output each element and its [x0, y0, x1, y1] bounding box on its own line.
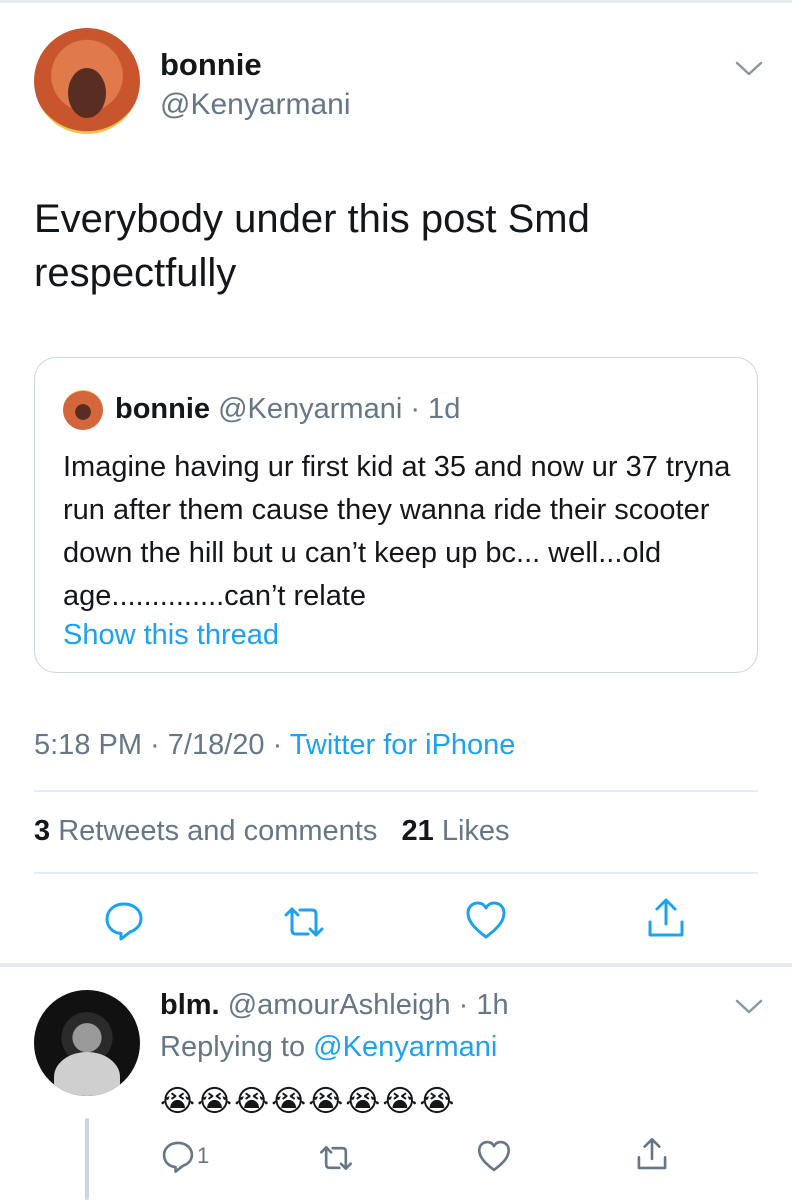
replying-mention-link[interactable]: @Kenyarmani	[313, 1031, 497, 1063]
reply-count: 1	[197, 1143, 210, 1168]
replying-prefix: Replying to	[160, 1031, 314, 1063]
tweet-text: Everybody under this post Smd respectful…	[34, 197, 590, 295]
retweets-count: 3	[34, 815, 51, 847]
quoted-tweet-header: bonnie @Kenyarmani · 1d	[115, 390, 460, 428]
heart-icon[interactable]	[464, 898, 508, 942]
tweet-source-link[interactable]: Twitter for iPhone	[290, 729, 516, 761]
likes-label: Likes	[441, 815, 510, 847]
reply-header: blm. @amourAshleigh · 1h	[160, 986, 509, 1024]
retweets-stat[interactable]: 3 Retweets and comments	[34, 815, 377, 847]
quoted-tweet-text: Imagine having ur first kid at 35 and no…	[63, 451, 731, 612]
section-divider	[0, 963, 792, 967]
heart-icon[interactable]	[476, 1138, 512, 1174]
quoted-author-name: bonnie	[115, 393, 211, 425]
thread-line	[85, 1118, 89, 1200]
likes-stat[interactable]: 21 Likes	[402, 815, 510, 847]
reply-author-name[interactable]: blm.	[160, 989, 220, 1021]
reply-author-meta[interactable]: @amourAshleigh · 1h	[228, 989, 509, 1021]
divider	[34, 872, 758, 874]
comment-icon[interactable]	[102, 898, 146, 942]
reply-text: 😭😭😭😭😭😭😭😭	[160, 1085, 457, 1118]
author-name[interactable]: bonnie	[160, 46, 262, 84]
quoted-author-avatar	[63, 390, 103, 430]
retweet-icon[interactable]	[282, 900, 326, 944]
author-handle[interactable]: @Kenyarmani	[160, 86, 351, 124]
quoted-tweet-card[interactable]: bonnie @Kenyarmani · 1d Imagine having u…	[34, 357, 758, 673]
author-avatar[interactable]	[34, 28, 140, 134]
share-icon[interactable]	[644, 896, 688, 940]
share-icon[interactable]	[634, 1136, 670, 1172]
divider	[34, 790, 758, 792]
chevron-down-icon[interactable]	[734, 996, 764, 1016]
retweet-icon[interactable]	[318, 1140, 354, 1176]
timestamp-text: 5:18 PM · 7/18/20 ·	[34, 729, 290, 761]
tweet-timestamp: 5:18 PM · 7/18/20 · Twitter for iPhone	[34, 726, 515, 764]
quoted-author-meta: @Kenyarmani · 1d	[218, 393, 461, 425]
chevron-down-icon[interactable]	[734, 58, 764, 78]
comment-icon[interactable]	[160, 1138, 196, 1174]
top-divider	[0, 0, 792, 3]
replying-to: Replying to @Kenyarmani	[160, 1028, 497, 1066]
likes-count: 21	[401, 815, 434, 847]
retweets-label: Retweets and comments	[58, 815, 378, 847]
tweet-stats: 3 Retweets and comments 21 Likes	[34, 812, 510, 850]
reply-author-avatar[interactable]	[34, 990, 140, 1096]
show-thread-link[interactable]: Show this thread	[63, 616, 279, 654]
